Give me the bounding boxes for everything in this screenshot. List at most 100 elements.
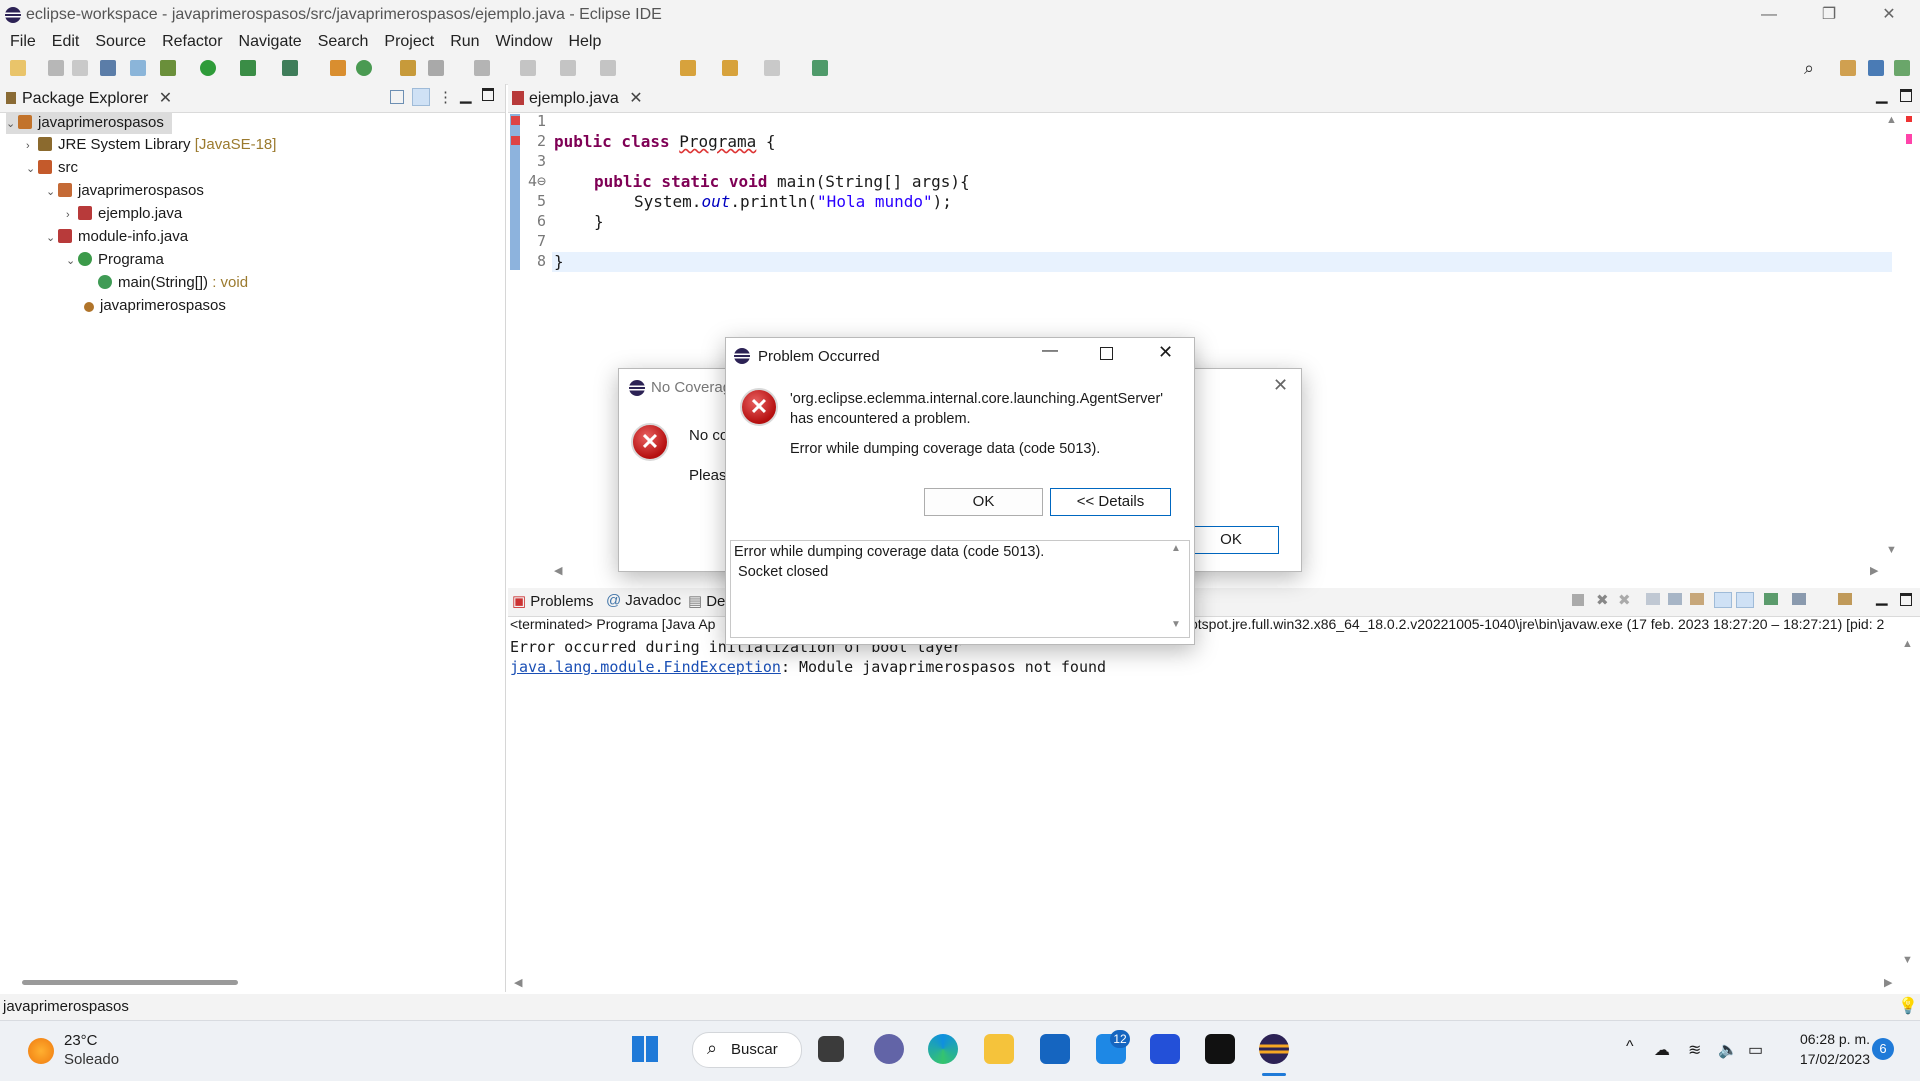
close-tab-icon[interactable]: ✕ xyxy=(159,90,172,107)
maximize-view-icon[interactable] xyxy=(482,88,494,101)
display-console-icon[interactable] xyxy=(1792,593,1806,605)
new-java-package-icon[interactable] xyxy=(330,60,346,76)
tree-src[interactable]: ⌄ src xyxy=(26,157,78,179)
tree-file-ejemplo[interactable]: › ejemplo.java xyxy=(66,203,182,225)
menu-window[interactable]: Window xyxy=(488,30,561,54)
tree-method[interactable]: main(String[]) : void xyxy=(98,272,248,294)
overview-error-marker[interactable] xyxy=(1906,116,1912,122)
search-icon[interactable]: ⌕ xyxy=(1804,58,1814,79)
scroll-left-icon[interactable]: ◀ xyxy=(514,976,522,989)
tree-jre[interactable]: › JRE System Library [JavaSE-18] xyxy=(26,134,276,156)
pilcrow-icon[interactable] xyxy=(520,60,536,76)
toggle-mark-icon[interactable] xyxy=(474,60,490,76)
menu-project[interactable]: Project xyxy=(376,30,442,54)
open-console-icon[interactable] xyxy=(1838,593,1852,605)
external-tools-icon[interactable] xyxy=(282,60,298,76)
microsoft-store-icon[interactable] xyxy=(1040,1034,1070,1064)
battery-icon[interactable]: ▭ xyxy=(1748,1040,1763,1060)
scroll-up-icon[interactable]: ▲ xyxy=(1886,114,1897,126)
scroll-up-icon[interactable]: ▲ xyxy=(1902,638,1913,650)
tab-problems[interactable]: ▣ Problems xyxy=(512,592,594,610)
prev-annotation-icon[interactable] xyxy=(600,60,616,76)
ok-button[interactable]: OK xyxy=(1183,526,1279,554)
ok-button[interactable]: OK xyxy=(924,488,1043,516)
chevron-up-icon[interactable]: ^ xyxy=(1626,1038,1634,1056)
tree-project[interactable]: ⌄ javaprimerospasos xyxy=(6,112,172,134)
notification-badge[interactable]: 6 xyxy=(1872,1038,1894,1060)
minimize-editor-icon[interactable]: ▁ xyxy=(1876,86,1888,104)
terminal-icon[interactable] xyxy=(100,60,116,76)
scroll-left-icon[interactable]: ◀ xyxy=(554,564,562,577)
edge-browser-icon[interactable] xyxy=(928,1034,958,1064)
minimize-view-icon[interactable]: ▁ xyxy=(460,86,472,104)
horizontal-scrollbar[interactable] xyxy=(22,980,238,985)
menu-navigate[interactable]: Navigate xyxy=(231,30,310,54)
tree-module[interactable]: javaprimerospasos xyxy=(84,295,226,317)
link-editor-icon[interactable] xyxy=(412,88,430,106)
back-icon[interactable] xyxy=(722,60,738,76)
scroll-right-icon[interactable]: ▶ xyxy=(1870,564,1878,577)
open-perspective-icon[interactable] xyxy=(1840,60,1856,76)
tree-file-module[interactable]: ⌄ module-info.java xyxy=(46,226,188,248)
remove-all-icon[interactable]: ✖ xyxy=(1618,591,1631,609)
minimize-button[interactable]: — xyxy=(1742,0,1796,30)
open-type-icon[interactable] xyxy=(400,60,416,76)
onedrive-icon[interactable]: ☁ xyxy=(1654,1040,1670,1060)
show-on-stdout-icon[interactable] xyxy=(1714,592,1732,608)
volume-icon[interactable]: 🔈 xyxy=(1718,1040,1738,1060)
close-tab-icon[interactable]: ✕ xyxy=(629,90,642,107)
weather-temp[interactable]: 23°C xyxy=(64,1032,98,1049)
scroll-right-icon[interactable]: ▶ xyxy=(1884,976,1892,989)
scroll-down-icon[interactable]: ▼ xyxy=(1171,619,1181,630)
run-icon[interactable] xyxy=(200,60,216,76)
forward-icon[interactable] xyxy=(764,60,780,76)
show-on-stderr-icon[interactable] xyxy=(1736,592,1754,608)
clock-date[interactable]: 17/02/2023 xyxy=(1790,1051,1870,1067)
scroll-down-icon[interactable]: ▼ xyxy=(1902,954,1913,966)
pin-console-icon[interactable] xyxy=(1764,593,1778,605)
windows-start-icon[interactable] xyxy=(632,1036,658,1062)
details-button[interactable]: << Details xyxy=(1050,488,1171,516)
close-dialog-button[interactable]: ✕ xyxy=(1158,342,1173,363)
teams-chat-icon[interactable] xyxy=(874,1034,904,1064)
debug-icon[interactable] xyxy=(160,60,176,76)
weather-desc[interactable]: Soleado xyxy=(64,1051,119,1068)
word-wrap-icon[interactable] xyxy=(1690,593,1704,605)
debug-perspective-icon[interactable] xyxy=(1894,60,1910,76)
search-tool-icon[interactable] xyxy=(428,60,444,76)
maximize-console-icon[interactable] xyxy=(1900,593,1912,606)
details-textarea[interactable]: Error while dumping coverage data (code … xyxy=(730,540,1190,638)
tab-ejemplo-java[interactable]: ejemplo.java ✕ xyxy=(512,88,643,108)
menu-edit[interactable]: Edit xyxy=(44,30,88,54)
lightbulb-icon[interactable]: 💡 xyxy=(1898,996,1918,1016)
next-annotation-icon[interactable] xyxy=(560,60,576,76)
eclipse-taskbar-icon[interactable] xyxy=(1259,1034,1289,1064)
scroll-down-icon[interactable]: ▼ xyxy=(1886,544,1897,556)
overview-warning-marker[interactable] xyxy=(1906,134,1912,144)
skip-breakpoints-icon[interactable] xyxy=(130,60,146,76)
menu-run[interactable]: Run xyxy=(442,30,487,54)
file-explorer-icon[interactable] xyxy=(984,1034,1014,1064)
view-menu-icon[interactable]: ⋮ xyxy=(438,88,453,106)
tree-class[interactable]: ⌄ Programa xyxy=(66,249,164,271)
weather-icon[interactable] xyxy=(28,1038,54,1064)
save-icon[interactable] xyxy=(48,60,64,76)
app-icon[interactable] xyxy=(1150,1034,1180,1064)
last-edit-icon[interactable] xyxy=(680,60,696,76)
pin-editor-icon[interactable] xyxy=(812,60,828,76)
new-java-class-icon[interactable] xyxy=(356,60,372,76)
minimize-console-icon[interactable]: ▁ xyxy=(1876,588,1888,606)
coverage-icon[interactable] xyxy=(240,60,256,76)
terminal-icon[interactable] xyxy=(1205,1034,1235,1064)
scroll-lock-icon[interactable] xyxy=(1668,593,1682,605)
task-view-icon[interactable] xyxy=(818,1036,844,1062)
collapse-all-icon[interactable] xyxy=(390,90,404,104)
maximize-editor-icon[interactable] xyxy=(1900,89,1912,102)
clear-console-icon[interactable] xyxy=(1646,593,1660,605)
maximize-dialog-button[interactable] xyxy=(1100,347,1113,360)
save-all-icon[interactable] xyxy=(72,60,88,76)
tab-javadoc[interactable]: @ Javadoc xyxy=(606,592,681,609)
wifi-icon[interactable]: ≋ xyxy=(1688,1040,1701,1060)
minimize-dialog-button[interactable]: — xyxy=(1042,342,1058,360)
taskbar-search-box[interactable]: ⌕ Buscar xyxy=(692,1032,802,1068)
